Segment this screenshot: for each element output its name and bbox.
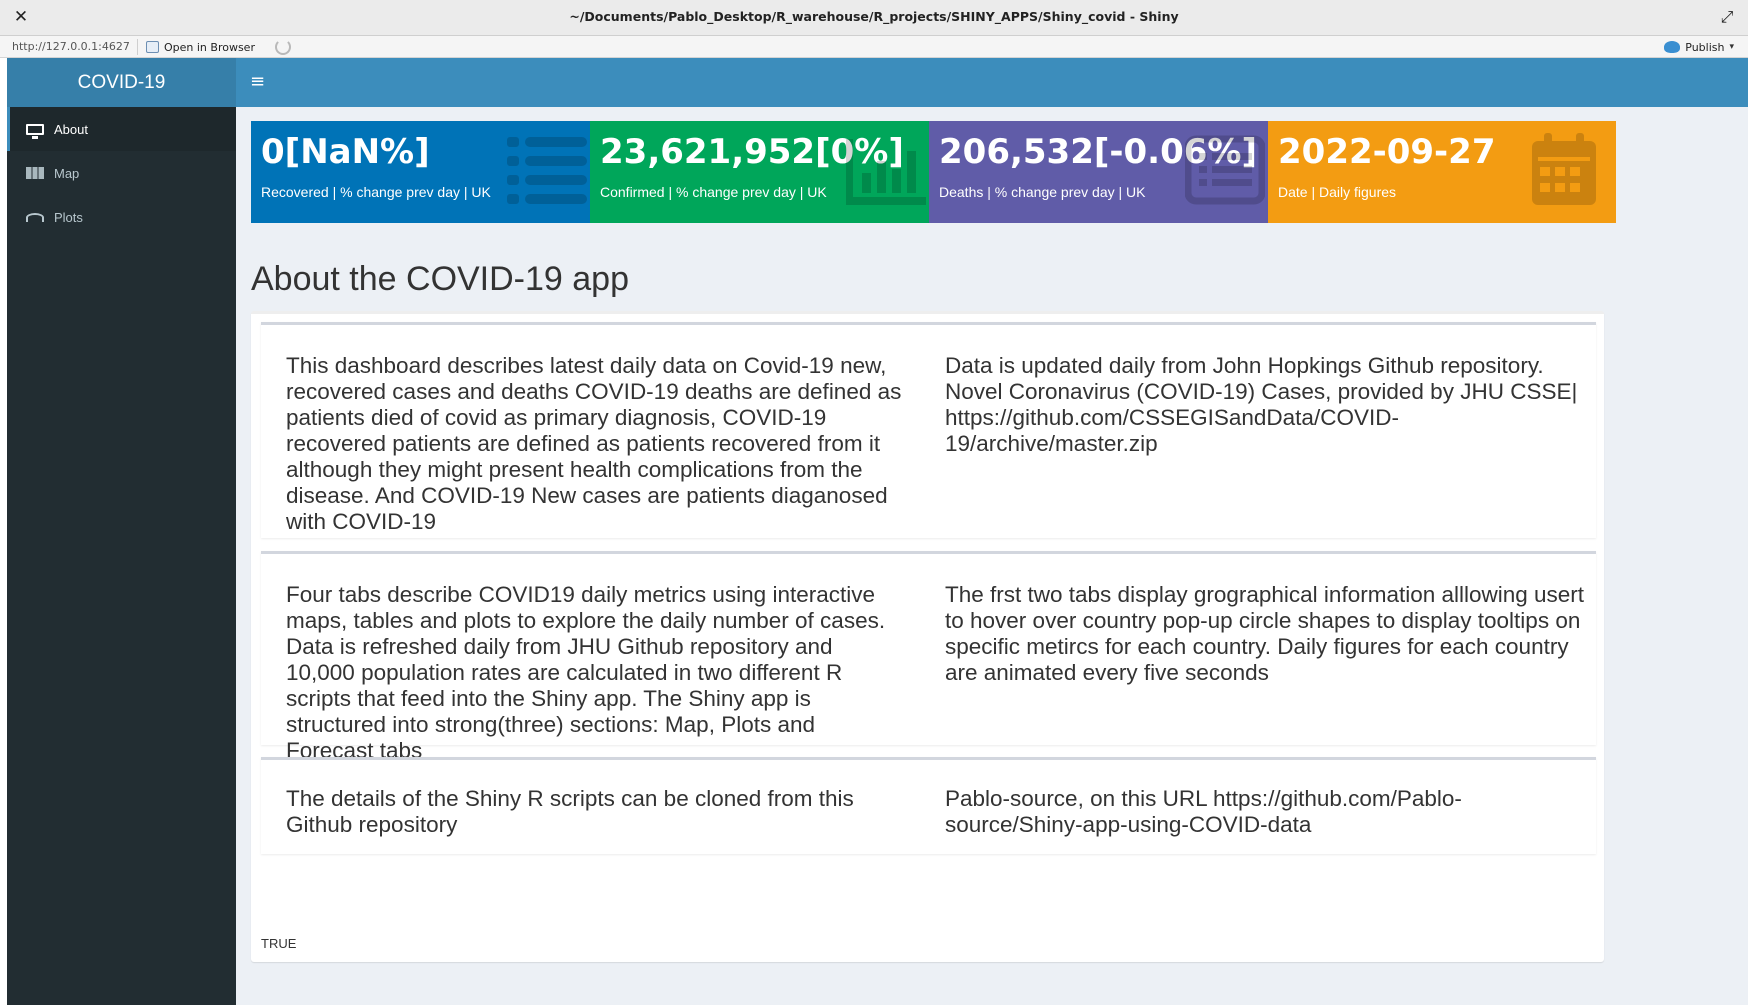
value-box-deaths: 206,532[-0.06%] Deaths | % change prev d… — [929, 121, 1277, 223]
bar-chart-icon — [846, 139, 926, 205]
top-navbar: ≡ — [236, 58, 1748, 107]
window-title: ~/Documents/Pablo_Desktop/R_warehouse/R_… — [569, 9, 1179, 24]
open-in-browser-label: Open in Browser — [164, 40, 255, 54]
about-text-left: The details of the Shiny R scripts can b… — [286, 786, 854, 837]
desktop-icon — [26, 123, 44, 139]
refresh-icon[interactable] — [275, 39, 291, 55]
about-text-right: Pablo-source, on this URL https://github… — [945, 786, 1462, 837]
sidebar-toggle-icon[interactable]: ≡ — [250, 72, 266, 92]
map-icon — [26, 167, 44, 179]
value-box-subtitle: Deaths | % change prev day | UK — [939, 184, 1146, 200]
window-titlebar: ✕ ~/Documents/Pablo_Desktop/R_warehouse/… — [0, 0, 1748, 36]
about-text-left: This dashboard describes latest daily da… — [286, 353, 902, 534]
sidebar-item-plots[interactable]: Plots — [7, 195, 236, 239]
about-section-source: The details of the Shiny R scripts can b… — [261, 757, 1596, 854]
main-content: 0[NaN%] Recovered | % change prev day | … — [236, 107, 1748, 1005]
value-box-subtitle: Date | Daily figures — [1278, 184, 1397, 200]
value-box-value: 0[NaN%] — [261, 132, 430, 172]
maximize-window-button[interactable]: ⤢ — [1716, 6, 1738, 28]
about-text-right: The frst two tabs display grographical i… — [945, 582, 1585, 685]
publish-icon — [1664, 41, 1681, 53]
dashboard-app: COVID-19 ≡ About Map Plots 0[NaN%] Recov… — [7, 58, 1748, 1005]
value-box-recovered: 0[NaN%] Recovered | % change prev day | … — [251, 121, 599, 223]
about-panel: This dashboard describes latest daily da… — [251, 311, 1604, 962]
list-alt-icon — [1185, 135, 1265, 205]
about-text-left: Four tabs describe COVID19 daily metrics… — [286, 582, 886, 763]
about-section-tabs: Four tabs describe COVID19 daily metrics… — [261, 551, 1596, 763]
chevron-down-icon[interactable]: ▾ — [1729, 42, 1734, 52]
browser-window-icon — [146, 41, 159, 53]
sidebar-item-label: Map — [54, 165, 80, 181]
toolbar-divider — [137, 39, 138, 55]
about-text-right: Data is updated daily from John Hopkings… — [945, 353, 1578, 456]
value-box-confirmed: 23,621,952[0%] Confirmed | % change prev… — [590, 121, 938, 223]
list-icon — [507, 137, 587, 204]
output-value: TRUE — [261, 936, 297, 951]
open-in-browser-button[interactable]: Open in Browser — [146, 39, 255, 55]
wifi-icon — [26, 212, 44, 222]
sidebar-item-label: About — [54, 121, 88, 137]
calendar-icon — [1532, 133, 1596, 205]
publish-label: Publish — [1685, 40, 1725, 54]
sidebar: About Map Plots — [7, 107, 236, 1005]
url-label: http://127.0.0.1:4627 — [12, 40, 130, 53]
sidebar-item-about[interactable]: About — [7, 107, 236, 151]
viewer-toolbar: http://127.0.0.1:4627 Open in Browser Pu… — [0, 36, 1748, 58]
app-brand[interactable]: COVID-19 — [7, 58, 236, 107]
value-box-date: 2022-09-27 Date | Daily figures — [1268, 121, 1616, 223]
about-section-data-definitions: This dashboard describes latest daily da… — [261, 322, 1596, 538]
sidebar-item-map[interactable]: Map — [7, 151, 236, 195]
sidebar-item-label: Plots — [54, 209, 83, 225]
value-box-value: 2022-09-27 — [1278, 132, 1496, 172]
value-box-subtitle: Confirmed | % change prev day | UK — [600, 184, 827, 200]
value-box-subtitle: Recovered | % change prev day | UK — [261, 184, 491, 200]
page-title: About the COVID-19 app — [251, 260, 630, 298]
publish-button[interactable]: Publish ▾ — [1664, 39, 1734, 55]
